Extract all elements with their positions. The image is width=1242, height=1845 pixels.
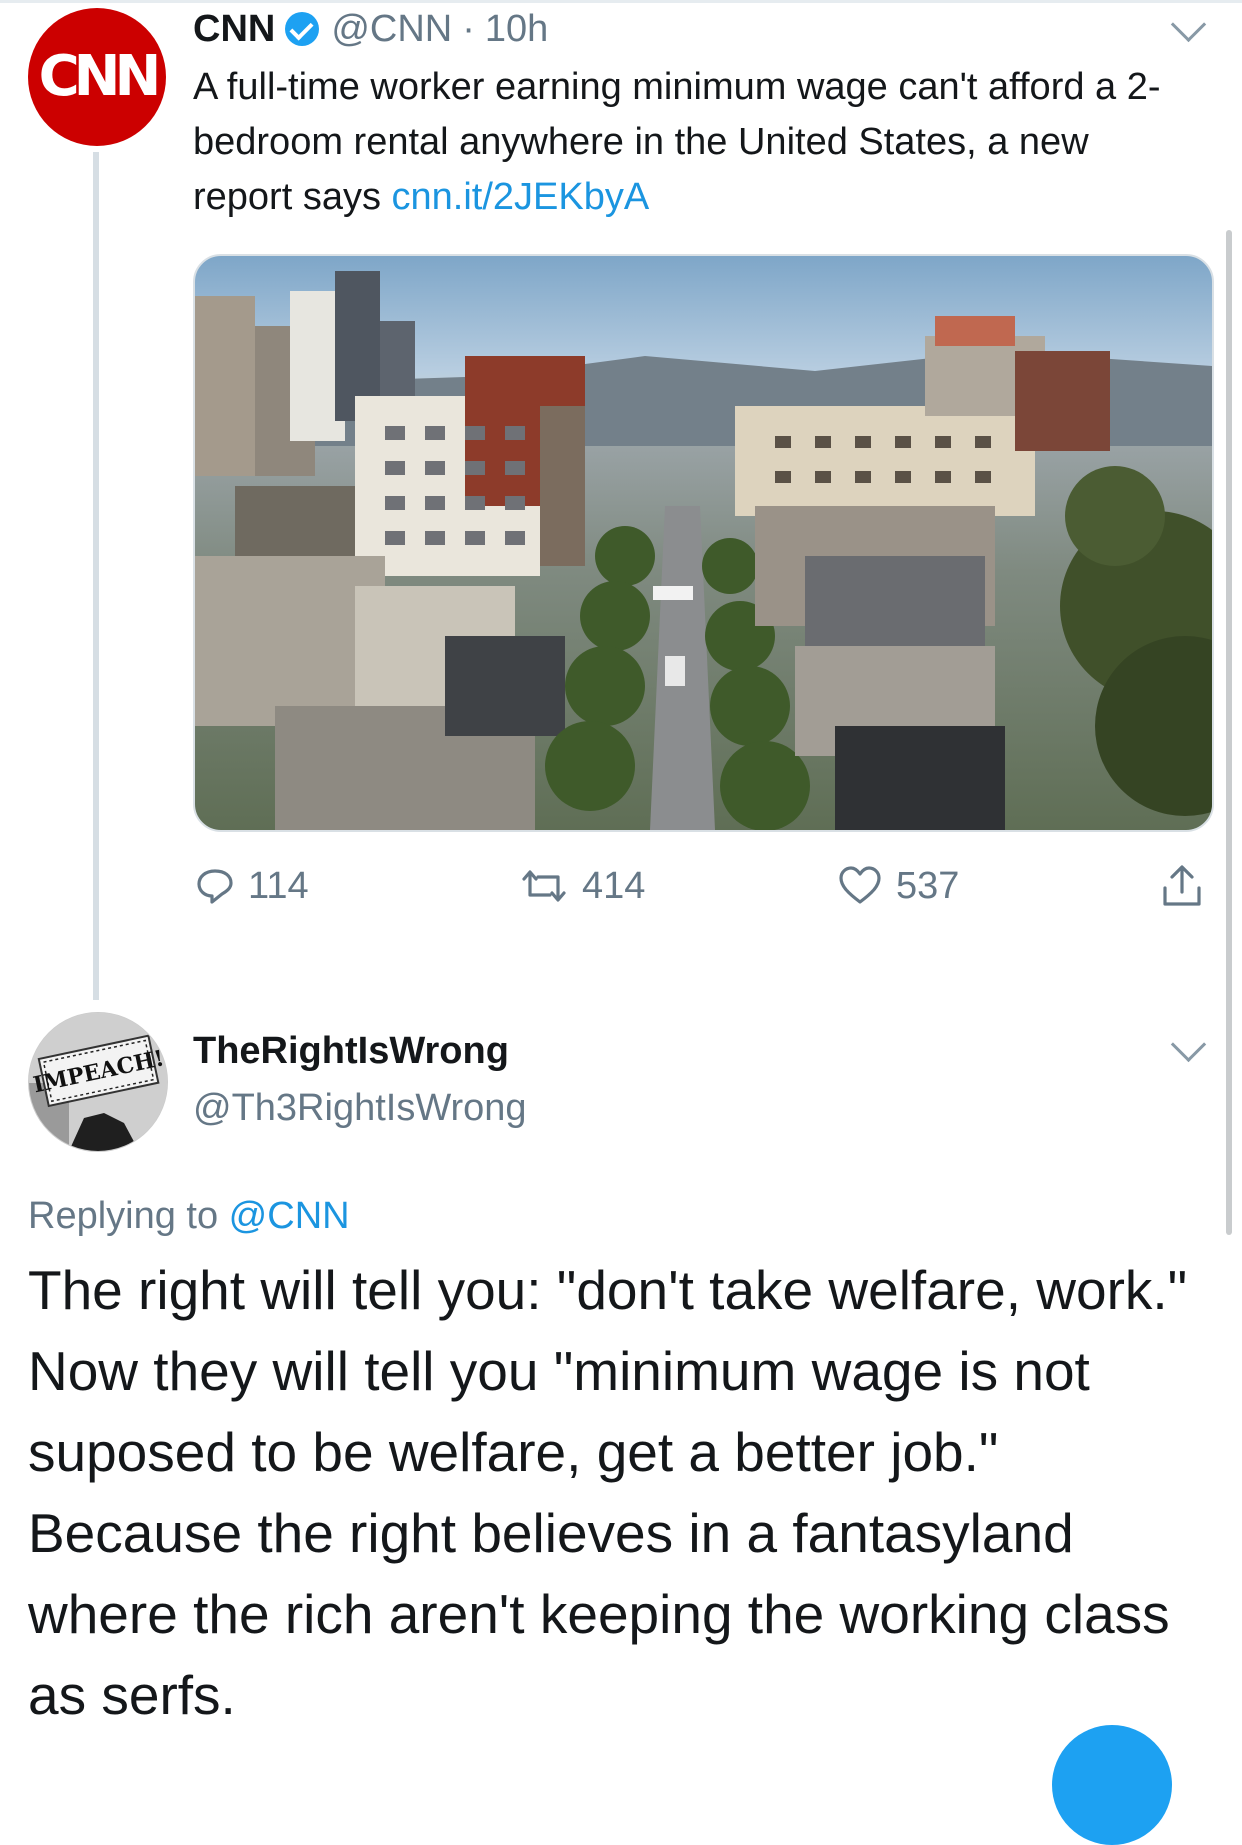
cnn-avatar[interactable]: CNN xyxy=(28,8,166,146)
tweet-text: A full-time worker earning minimum wage … xyxy=(193,60,1183,225)
verified-badge-icon xyxy=(285,12,320,46)
tweet-header: CNN @CNN · 10h xyxy=(193,4,548,54)
reply-author-handle[interactable]: @Th3RightIsWrong xyxy=(193,1087,527,1130)
replying-to-mention[interactable]: @CNN xyxy=(229,1195,350,1237)
city-street-photo xyxy=(195,271,1212,830)
tweet-body: A full-time worker earning minimum wage … xyxy=(193,66,1161,218)
replying-to-line: Replying to @CNN xyxy=(28,1195,350,1238)
top-divider xyxy=(0,0,1242,3)
author-handle: @CNN xyxy=(331,7,453,50)
reply-author-name[interactable]: TheRightIsWrong xyxy=(193,1030,509,1073)
reply-button[interactable]: 114 xyxy=(196,856,309,916)
reply-tweet-text: The right will tell you: "don't take wel… xyxy=(28,1259,1188,1726)
retweet-count: 414 xyxy=(582,864,646,907)
share-icon xyxy=(1163,865,1201,906)
compose-tweet-button[interactable] xyxy=(1052,1725,1172,1845)
reply-chevron-down-icon[interactable] xyxy=(1170,1026,1207,1063)
tweet-timestamp[interactable]: 10h xyxy=(485,8,548,51)
reply-avatar[interactable]: IMPEACH! xyxy=(28,1012,168,1152)
tweet-link[interactable]: cnn.it/2JEKbyA xyxy=(392,176,650,218)
tweet-photo[interactable] xyxy=(193,254,1214,832)
like-count: 537 xyxy=(896,864,960,907)
like-icon xyxy=(839,866,881,904)
retweet-icon xyxy=(522,870,566,902)
author-name[interactable]: CNN xyxy=(193,8,275,51)
like-button[interactable]: 537 xyxy=(838,856,959,916)
cnn-logo: CNN xyxy=(38,44,162,109)
scrollbar[interactable] xyxy=(1226,230,1232,1235)
share-button[interactable] xyxy=(1160,856,1218,916)
impeach-sign-image: IMPEACH! xyxy=(29,1013,167,1151)
replying-to-label: Replying to xyxy=(28,1195,229,1237)
header-separator: · xyxy=(462,7,475,50)
reply-icon xyxy=(197,869,233,904)
retweet-button[interactable]: 414 xyxy=(520,856,645,916)
reply-count: 114 xyxy=(248,864,309,907)
chevron-down-icon[interactable] xyxy=(1170,6,1207,43)
tweet-action-bar: 114 414 537 xyxy=(0,856,1242,916)
